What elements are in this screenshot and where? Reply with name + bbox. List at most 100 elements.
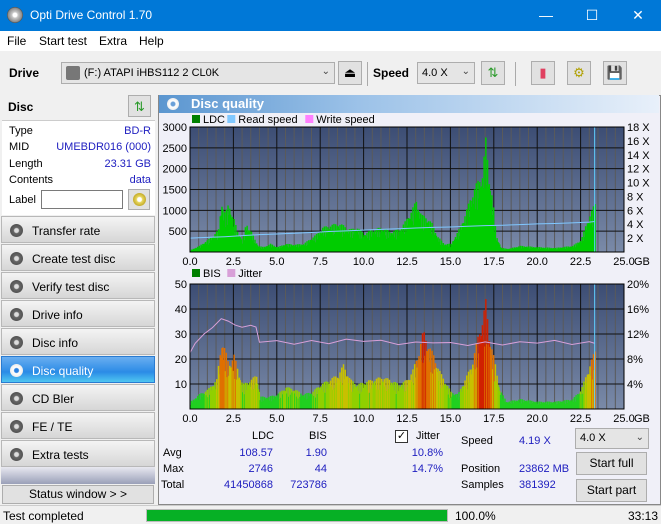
stats-avg-jitter: 10.8% — [411, 447, 443, 459]
y2-tick-label: 18 X — [627, 122, 650, 134]
disc-refresh-button[interactable]: ⇅ — [128, 95, 151, 117]
save-button[interactable]: 💾 — [603, 61, 627, 85]
legend-label: LDC — [203, 114, 225, 126]
speed-stat-value: 4.19 X — [519, 435, 551, 447]
progress-fill — [147, 510, 447, 521]
settings-icon: ⚙ — [573, 65, 585, 80]
x-tick-label: 12.5 — [396, 413, 417, 425]
settings-button[interactable]: ⚙ — [567, 61, 591, 85]
x-tick-label: 2.5 — [226, 413, 241, 425]
drive-info-icon — [10, 308, 23, 321]
disc-mid-value: UMEBDR016 (000) — [56, 141, 151, 153]
menu-start-test[interactable]: Start test — [39, 34, 87, 48]
status-window-button[interactable]: Status window > > — [2, 485, 154, 504]
disc-label-button[interactable] — [128, 189, 150, 210]
jitter-checkbox[interactable]: ✓ — [395, 430, 408, 443]
stats-avg-label: Avg — [163, 447, 182, 459]
start-full-button[interactable]: Start full — [576, 452, 647, 475]
y2-tick-label: 4% — [627, 379, 643, 391]
sidebar-item-extra-tests[interactable]: Extra tests — [1, 440, 155, 467]
refresh-button[interactable]: ⇅ — [481, 61, 505, 85]
y2-tick-label: 8 X — [627, 191, 644, 203]
speed-label: Speed — [373, 66, 410, 80]
disc-label-input[interactable] — [41, 190, 123, 209]
y2-tick-label: 16% — [627, 304, 649, 316]
start-part-button[interactable]: Start part — [576, 479, 647, 502]
x-tick-label: 15.0 — [440, 413, 461, 425]
disc-label-key: Label — [9, 194, 36, 206]
y2-tick-label: 12 X — [627, 164, 650, 176]
sidebar-item-drive-info[interactable]: Drive info — [1, 300, 155, 327]
elapsed-time: 33:13 — [628, 509, 659, 523]
refresh-icon: ⇅ — [487, 65, 499, 80]
test-speed-value: 4.0 X — [580, 432, 606, 444]
sidebar-item-label: Verify test disc — [32, 280, 110, 294]
position-value: 23862 MB — [519, 463, 570, 475]
menu-extra[interactable]: Extra — [99, 34, 127, 48]
y2-tick-label: 12% — [627, 329, 649, 341]
disc-icon — [132, 193, 146, 206]
disc-header: Disc ⇅ — [2, 95, 155, 119]
menu-file[interactable]: File — [7, 34, 26, 48]
sidebar-item-label: Drive info — [32, 308, 83, 322]
sidebar-item-create-test-disc[interactable]: Create test disc — [1, 244, 155, 271]
y2-tick-label: 6 X — [627, 205, 644, 217]
menu-bar: File Start test Extra Help — [0, 31, 661, 51]
save-icon: 💾 — [606, 65, 624, 80]
maximize-button[interactable]: ☐ — [569, 0, 615, 31]
close-button[interactable]: ✕ — [615, 0, 661, 31]
progress-text: 100.0% — [455, 509, 496, 523]
sidebar-item-label: Disc quality — [32, 364, 94, 378]
jitter-label: Jitter — [416, 430, 440, 442]
chevron-down-icon: ⌄ — [635, 432, 644, 443]
ldc-chart: 500 1000 1500 2000 2500 3000 2 X 4 X 6 X 8 X10 X 1… — [163, 114, 651, 268]
sidebar-item-label: CD Bler — [32, 392, 75, 406]
fe-te-icon — [10, 420, 23, 433]
sidebar-item-verify-test-disc[interactable]: Verify test disc — [1, 272, 155, 299]
sidebar-item-label: FE / TE — [32, 420, 73, 434]
y-tick-label: 20 — [175, 354, 187, 366]
sidebar-item-fe-te[interactable]: FE / TE — [1, 412, 155, 439]
stats-max-jitter: 14.7% — [411, 463, 443, 475]
stats-header-bis: BIS — [309, 430, 327, 442]
minimize-button[interactable]: — — [523, 0, 569, 31]
panel-header: Disc quality — [159, 95, 659, 113]
disc-type-value: BD-R — [124, 125, 151, 137]
y-tick-label: 1000 — [163, 205, 187, 217]
speed-select[interactable]: 4.0 X ⌄ — [417, 62, 475, 84]
legend-label: BIS — [203, 268, 221, 280]
y-tick-label: 50 — [175, 279, 187, 291]
sidebar-item-cd-bler[interactable]: CD Bler — [1, 384, 155, 411]
erase-button[interactable]: ▮ — [531, 61, 555, 85]
sidebar-item-disc-quality[interactable]: Disc quality — [1, 356, 155, 383]
drive-select[interactable]: (F:) ATAPI iHBS112 2 CL0K ⌄ — [61, 62, 335, 84]
verify-test-disc-icon — [10, 280, 23, 293]
status-bar: Test completed 100.0% 33:13 — [0, 505, 661, 524]
speed-select-value: 4.0 X — [422, 67, 448, 79]
title-bar: Opti Drive Control 1.70 — ☐ ✕ — [0, 0, 661, 31]
x-axis-unit: GB — [634, 413, 650, 425]
stats-avg-bis: 1.90 — [305, 447, 327, 459]
erase-icon: ▮ — [539, 65, 547, 80]
legend-swatch — [305, 115, 314, 123]
legend-swatch — [227, 269, 236, 277]
test-speed-select[interactable]: 4.0 X ⌄ — [575, 428, 649, 449]
disc-title: Disc — [8, 100, 34, 114]
stats-max-ldc: 2746 — [248, 463, 273, 475]
sidebar-item-transfer-rate[interactable]: Transfer rate — [1, 216, 155, 243]
stats-total-bis: 723786 — [290, 479, 327, 491]
sidebar-item-disc-info[interactable]: Disc info — [1, 328, 155, 355]
y2-tick-label: 4 X — [627, 219, 644, 231]
y2-tick-label: 10 X — [627, 178, 650, 190]
drive-icon — [66, 66, 80, 80]
y2-tick-label: 20% — [627, 279, 649, 291]
eject-button[interactable]: ⏏ — [338, 61, 362, 85]
x-tick-label: 22.5 — [570, 413, 591, 425]
menu-help[interactable]: Help — [139, 34, 164, 48]
y-tick-label: 2000 — [163, 164, 187, 176]
window-title: Opti Drive Control 1.70 — [30, 8, 153, 22]
position-label: Position — [461, 463, 501, 475]
legend-label: Write speed — [316, 114, 375, 126]
stats-total-label: Total — [161, 479, 185, 491]
y2-tick-label: 16 X — [627, 136, 650, 148]
